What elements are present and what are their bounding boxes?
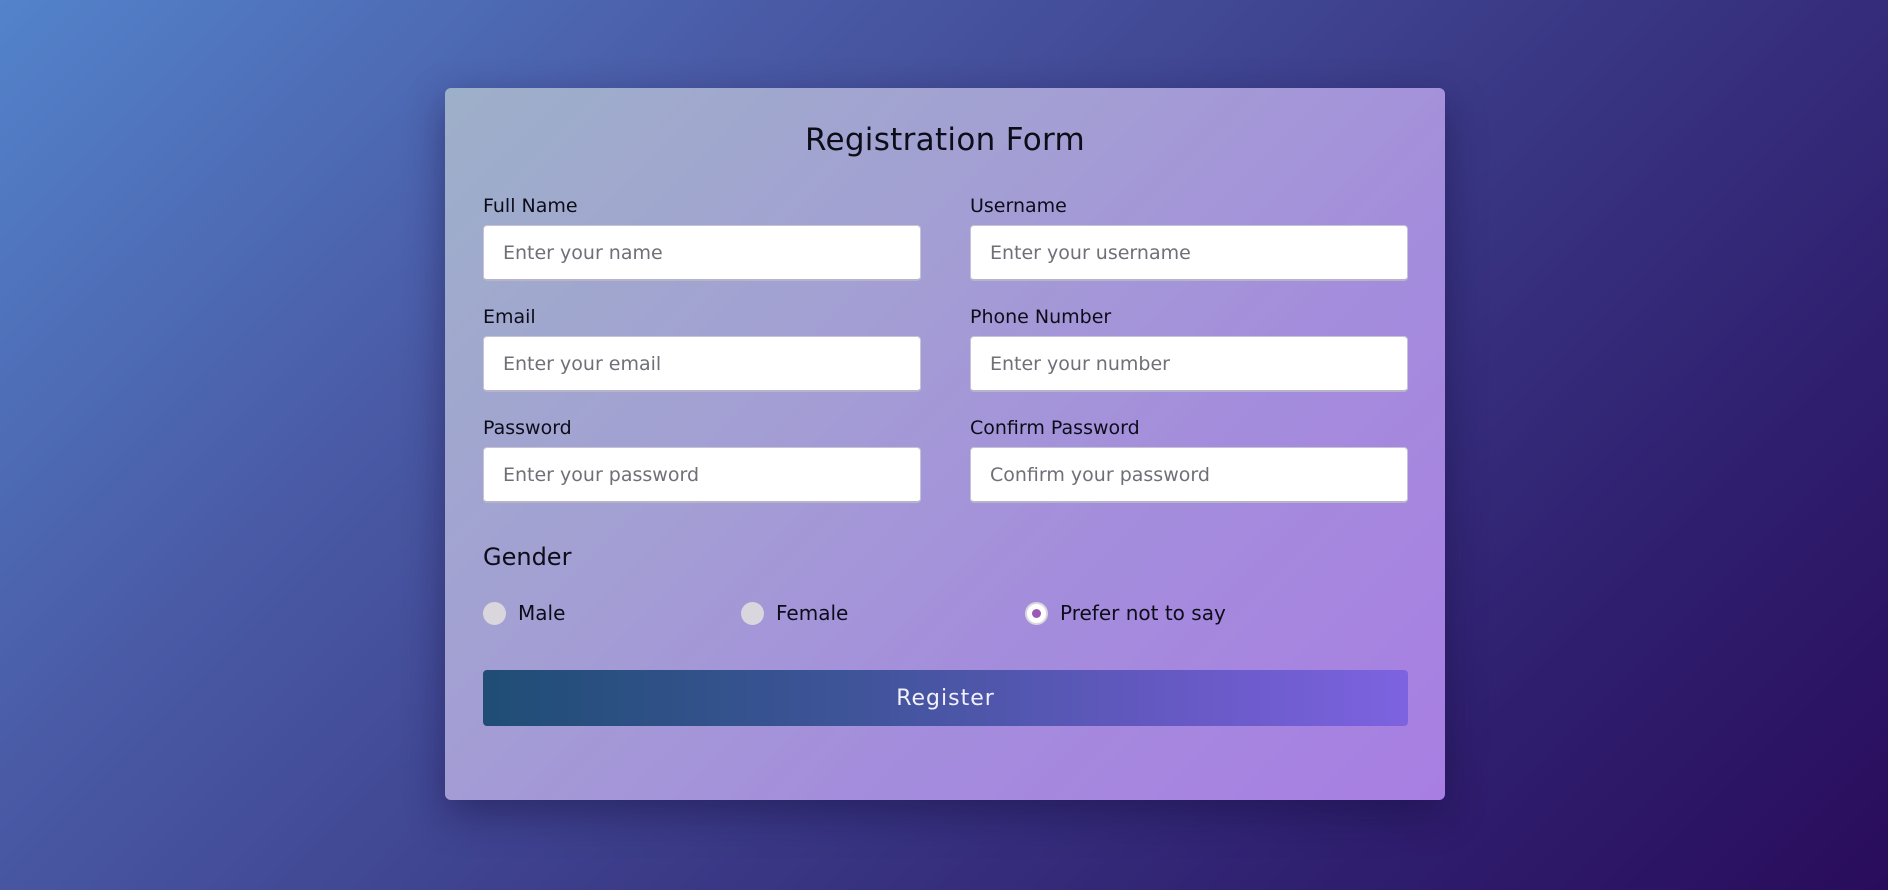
gender-heading: Gender (483, 543, 572, 571)
registration-card: Registration Form Full Name Username Ema… (445, 88, 1445, 800)
phone-input[interactable] (970, 336, 1408, 392)
password-input[interactable] (483, 447, 921, 503)
form-title: Registration Form (805, 122, 1085, 158)
gender-option-male[interactable]: Male (483, 599, 565, 627)
confirm-password-group: Confirm Password (970, 415, 1408, 503)
confirm-password-input[interactable] (970, 447, 1408, 503)
full-name-group: Full Name (483, 193, 921, 281)
password-label: Password (483, 417, 572, 439)
email-input[interactable] (483, 336, 921, 392)
phone-label: Phone Number (970, 306, 1112, 328)
gender-option-female[interactable]: Female (741, 599, 848, 627)
password-group: Password (483, 415, 921, 503)
phone-group: Phone Number (970, 304, 1408, 392)
register-button[interactable]: Register (483, 670, 1408, 726)
email-group: Email (483, 304, 921, 392)
full-name-input[interactable] (483, 225, 921, 281)
gender-option-prefer-not-to-say[interactable]: Prefer not to say (1025, 599, 1226, 627)
gender-option-label: Female (776, 601, 849, 625)
radio-male[interactable] (483, 601, 506, 625)
username-input[interactable] (970, 225, 1408, 281)
gender-option-label: Male (518, 601, 566, 625)
username-label: Username (970, 195, 1067, 217)
confirm-password-label: Confirm Password (970, 417, 1140, 439)
radio-prefer-not-to-say[interactable] (1025, 601, 1048, 625)
gender-option-label: Prefer not to say (1060, 601, 1226, 625)
full-name-label: Full Name (483, 195, 578, 217)
email-label: Email (483, 306, 536, 328)
username-group: Username (970, 193, 1408, 281)
radio-female[interactable] (741, 601, 764, 625)
